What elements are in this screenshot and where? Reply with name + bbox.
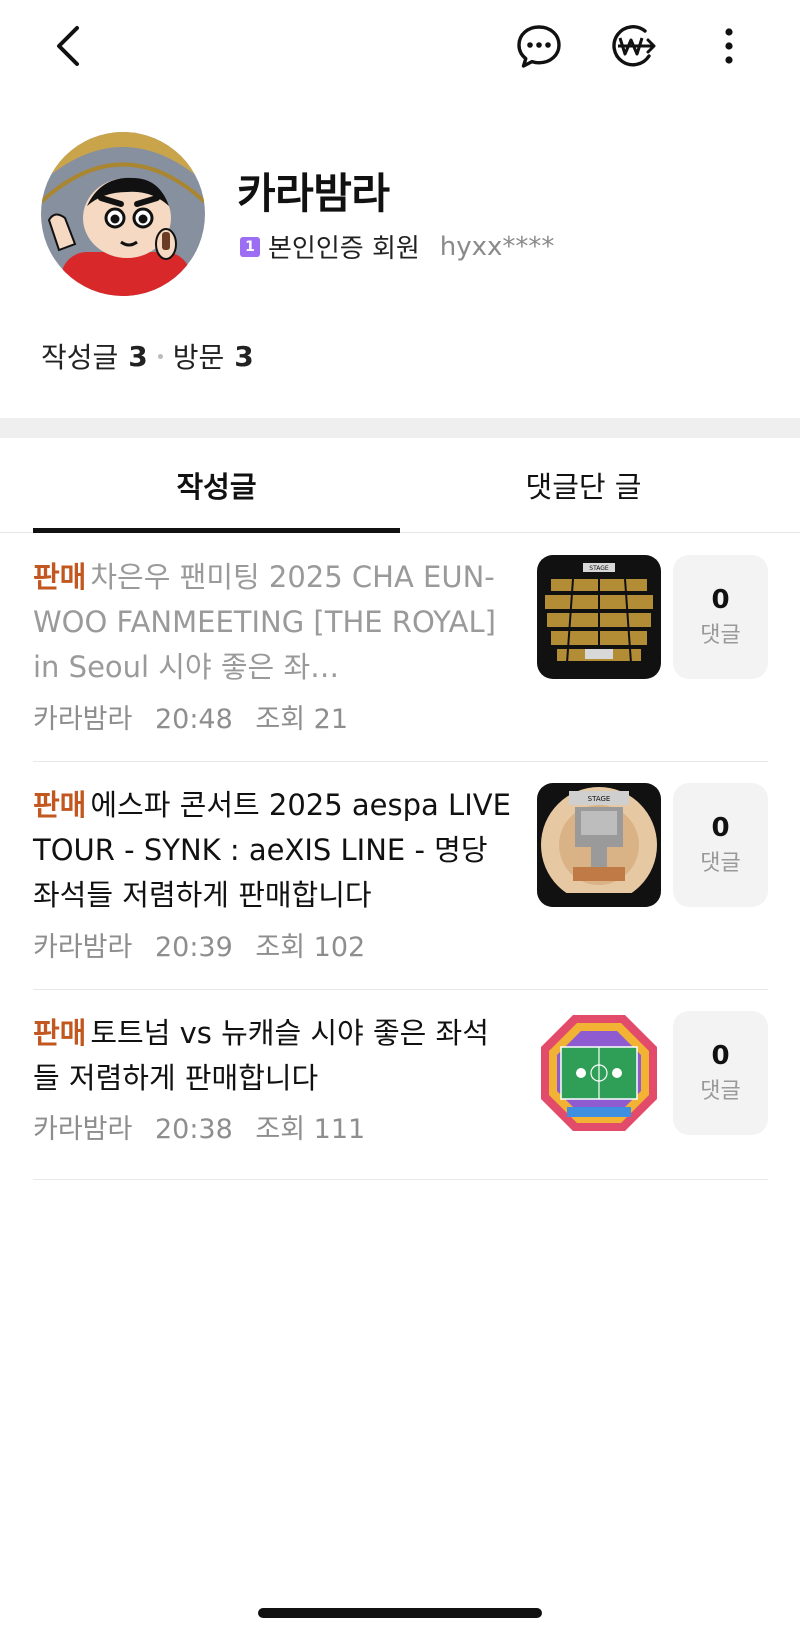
comment-count: 0 bbox=[711, 585, 730, 615]
visits-count-label: 방문 bbox=[172, 341, 225, 374]
post-time: 20:38 bbox=[154, 1114, 233, 1145]
post-title-text: 토트넘 vs 뉴캐슬 시야 좋은 좌석들 저렴하게 판매합니다 bbox=[33, 1016, 489, 1095]
post-views: 조회 21 bbox=[255, 704, 348, 735]
user-id: hyxx**** bbox=[439, 231, 555, 262]
chat-button[interactable] bbox=[507, 14, 571, 78]
seat-map-image: STAGE bbox=[537, 555, 661, 679]
comment-label: 댓글 bbox=[700, 623, 741, 648]
post-title-text: 에스파 콘서트 2025 aespa LIVE TOUR - SYNK : ae… bbox=[33, 788, 511, 912]
home-indicator[interactable] bbox=[258, 1608, 542, 1618]
comment-label: 댓글 bbox=[700, 1079, 741, 1104]
more-vertical-icon bbox=[725, 28, 733, 64]
post-time: 20:48 bbox=[154, 704, 233, 735]
sale-tag: 판매 bbox=[33, 788, 87, 822]
posts-count-label: 작성글 bbox=[41, 341, 119, 374]
post-title-text: 차은우 팬미팅 2025 CHA EUN-WOO FANMEETING [THE… bbox=[33, 560, 496, 684]
post-views: 조회 102 bbox=[255, 932, 366, 963]
sale-tag: 판매 bbox=[33, 560, 87, 594]
top-bar bbox=[0, 0, 800, 92]
post-title: 판매 차은우 팬미팅 2025 CHA EUN-WOO FANMEETING [T… bbox=[33, 555, 513, 690]
tab-commented-posts[interactable]: 댓글단 글 bbox=[400, 438, 767, 532]
visits-count: 3 bbox=[234, 339, 254, 373]
more-options-button[interactable] bbox=[697, 14, 761, 78]
post-item[interactable]: 판매 토트넘 vs 뉴캐슬 시야 좋은 좌석들 저렴하게 판매합니다 카라밤라 2… bbox=[33, 989, 768, 1180]
svg-text:STAGE: STAGE bbox=[589, 565, 609, 572]
comment-count-box[interactable]: 0 댓글 bbox=[673, 783, 768, 907]
post-views: 조회 111 bbox=[255, 1114, 366, 1145]
comment-count: 0 bbox=[711, 1041, 730, 1071]
verification-row: 1 본인인증 회원 hyxx**** bbox=[240, 228, 554, 265]
post-thumbnail[interactable] bbox=[537, 1011, 661, 1135]
post-title: 판매 에스파 콘서트 2025 aespa LIVE TOUR - SYNK : … bbox=[33, 783, 513, 918]
post-meta: 카라밤라 20:38 조회 111 bbox=[33, 1107, 379, 1146]
profile-stats: 작성글 3 방문 3 bbox=[41, 336, 254, 376]
won-pay-icon bbox=[612, 25, 656, 67]
verification-label: 본인인증 회원 bbox=[268, 234, 420, 264]
svg-text:STAGE: STAGE bbox=[588, 795, 611, 803]
stats-separator bbox=[157, 353, 163, 359]
level-badge: 1 bbox=[240, 236, 260, 257]
post-author: 카라밤라 bbox=[33, 704, 133, 735]
stadium-map-image bbox=[537, 1011, 661, 1135]
comment-count-box[interactable]: 0 댓글 bbox=[673, 555, 768, 679]
seat-map-image: STAGE bbox=[537, 783, 661, 907]
post-author: 카라밤라 bbox=[33, 932, 133, 963]
comment-count: 0 bbox=[711, 813, 730, 843]
chat-bubble-icon bbox=[517, 25, 561, 68]
post-meta: 카라밤라 20:48 조회 21 bbox=[33, 697, 362, 736]
tab-written-posts[interactable]: 작성글 bbox=[33, 438, 400, 532]
post-meta: 카라밤라 20:39 조회 102 bbox=[33, 925, 379, 964]
avatar-image bbox=[41, 132, 205, 296]
won-pay-button[interactable] bbox=[601, 14, 665, 78]
post-time: 20:39 bbox=[154, 932, 233, 963]
section-divider bbox=[0, 418, 800, 438]
profile-tabs: 작성글 댓글단 글 bbox=[0, 438, 800, 533]
comment-count-box[interactable]: 0 댓글 bbox=[673, 1011, 768, 1135]
profile-avatar[interactable] bbox=[41, 132, 205, 296]
post-thumbnail[interactable]: STAGE bbox=[537, 783, 661, 907]
comment-label: 댓글 bbox=[700, 851, 741, 876]
post-author: 카라밤라 bbox=[33, 1114, 133, 1145]
post-item[interactable]: 판매 에스파 콘서트 2025 aespa LIVE TOUR - SYNK : … bbox=[33, 761, 768, 990]
post-title: 판매 토트넘 vs 뉴캐슬 시야 좋은 좌석들 저렴하게 판매합니다 bbox=[33, 1011, 513, 1101]
posts-count: 3 bbox=[128, 339, 148, 373]
back-arrow-icon bbox=[57, 26, 79, 66]
post-thumbnail[interactable]: STAGE bbox=[537, 555, 661, 679]
post-item[interactable]: 판매 차은우 팬미팅 2025 CHA EUN-WOO FANMEETING [T… bbox=[33, 533, 768, 762]
profile-nickname: 카라밤라 bbox=[237, 169, 390, 218]
back-button[interactable] bbox=[36, 14, 100, 78]
sale-tag: 판매 bbox=[33, 1016, 87, 1050]
